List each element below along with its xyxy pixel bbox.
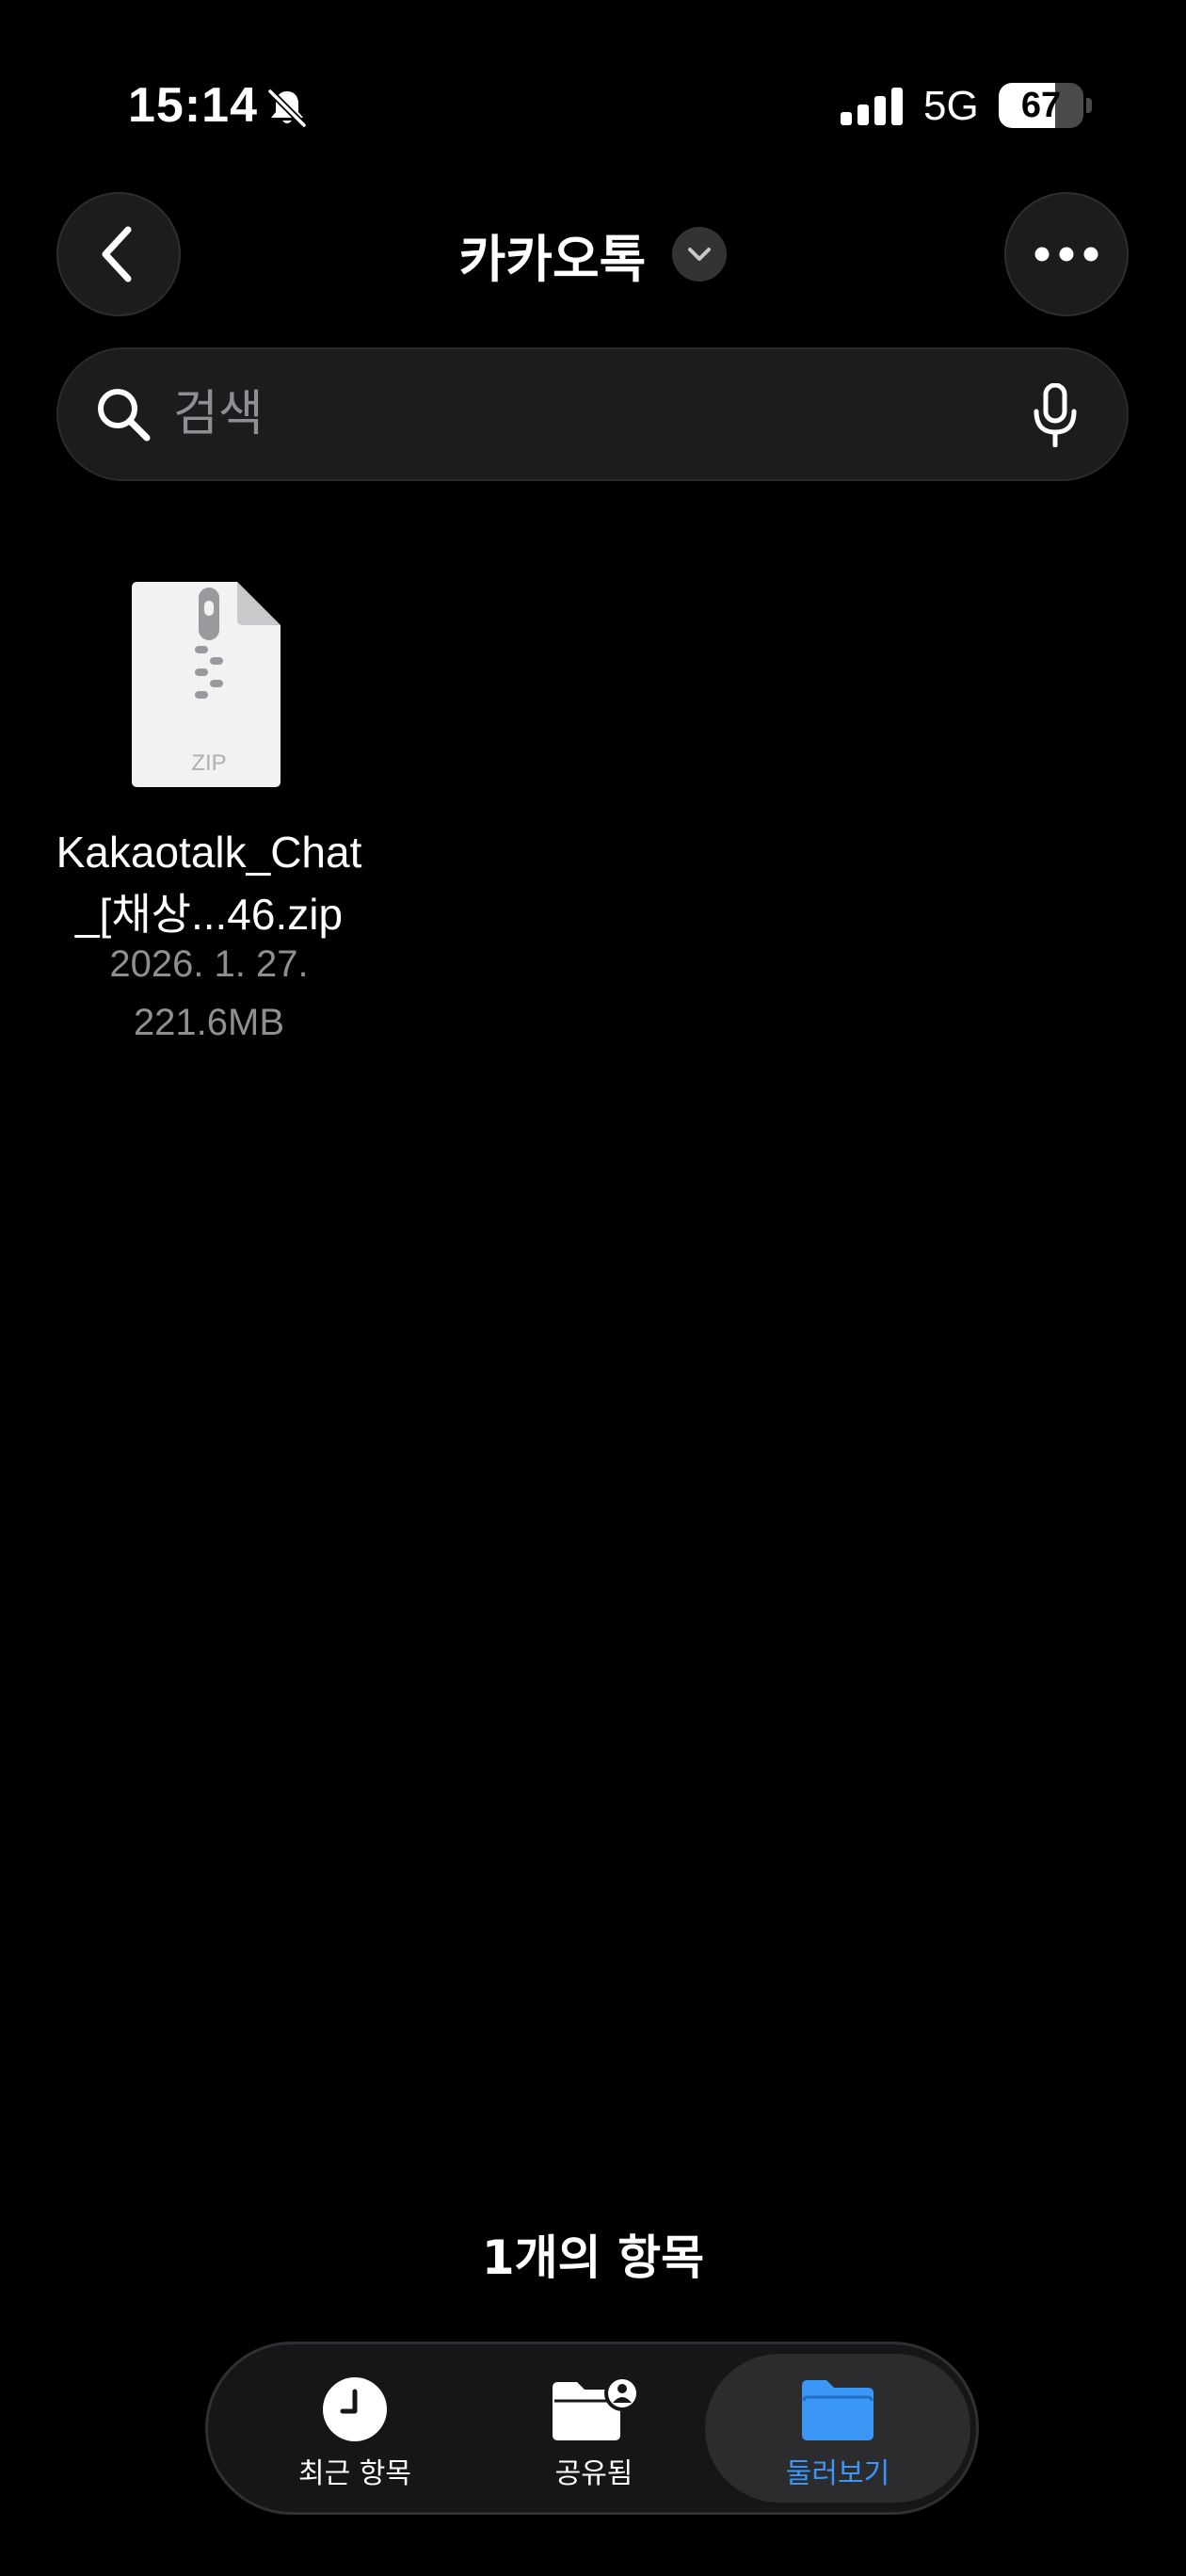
status-bar: 15:14 5G 67	[0, 0, 1186, 141]
chevron-down-icon	[688, 248, 712, 261]
file-grid-item[interactable]: ZIP Kakaotalk_Chat _[채상...46.zip 2026. 1…	[19, 574, 399, 1064]
file-name: Kakaotalk_Chat _[채상...46.zip	[19, 821, 399, 945]
page-title: 카카오톡	[458, 229, 647, 289]
magnifying-glass-icon	[98, 389, 151, 442]
file-name-line1: Kakaotalk_Chat	[56, 828, 362, 877]
tab-shared[interactable]: 공유됨	[500, 2344, 688, 2512]
file-type-label: ZIP	[191, 750, 226, 776]
tab-bar: 최근 항목 공유됨 둘러보기	[205, 2342, 979, 2515]
file-size: 221.6MB	[133, 1002, 285, 1043]
zip-file-icon: ZIP	[132, 582, 280, 787]
ellipsis-icon	[1034, 247, 1098, 262]
shared-folder-icon	[553, 2376, 640, 2440]
status-time: 15:14	[128, 78, 258, 133]
clock-icon	[323, 2377, 387, 2441]
file-name-line2: _[채상...46.zip	[74, 890, 344, 939]
microphone-icon[interactable]	[1032, 383, 1079, 447]
network-type-label: 5G	[923, 83, 979, 129]
tab-recents[interactable]: 최근 항목	[261, 2344, 449, 2512]
battery-body: 67	[999, 83, 1083, 128]
search-bar[interactable]	[56, 347, 1129, 481]
item-count-label: 1개의 항목	[481, 2230, 705, 2285]
files-app-screen: 15:14 5G 67 카카오톡 검색 ZIP Kakaotalk_Chat _…	[0, 0, 1186, 2576]
title-menu-button[interactable]	[672, 227, 728, 282]
cellular-signal-icon	[841, 88, 903, 125]
bell-slash-icon	[267, 89, 307, 128]
battery-percent: 67	[1020, 86, 1062, 125]
battery-cap	[1086, 98, 1092, 113]
search-input[interactable]	[173, 349, 983, 479]
tab-browse[interactable]: 둘러보기	[705, 2354, 970, 2503]
file-date: 2026. 1. 27.	[109, 943, 309, 985]
tab-label-recents: 최근 항목	[298, 2457, 411, 2490]
tab-label-shared: 공유됨	[554, 2457, 633, 2490]
folder-icon	[802, 2380, 873, 2440]
more-options-button[interactable]	[1004, 192, 1129, 316]
tab-label-browse: 둘러보기	[785, 2457, 890, 2490]
battery-icon: 67	[999, 83, 1093, 130]
